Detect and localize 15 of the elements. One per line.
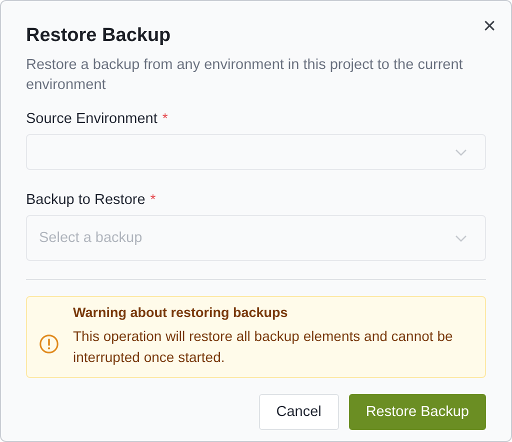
field-label: Backup to Restore (26, 192, 146, 208)
required-mark: * (150, 191, 156, 207)
dialog-title: Restore Backup (26, 25, 172, 47)
dialog-description: Restore a backup from any environment in this project to the current environment (26, 56, 464, 95)
chevron-down-icon (455, 148, 467, 156)
select-field[interactable] (26, 134, 486, 170)
chevron-down-icon (455, 234, 467, 242)
cancel-button[interactable]: Cancel (258, 394, 339, 430)
close-button[interactable]: × (483, 15, 496, 37)
restore-button[interactable]: Restore Backup (348, 394, 486, 430)
alert-message: This operation will restore all backup elements and cannot be interrupted once started. (73, 327, 454, 367)
warning-icon (39, 334, 59, 354)
field-label: Source Environment (26, 111, 158, 127)
alert-title: Warning about restoring backups (73, 305, 289, 320)
required-mark: * (162, 110, 168, 126)
